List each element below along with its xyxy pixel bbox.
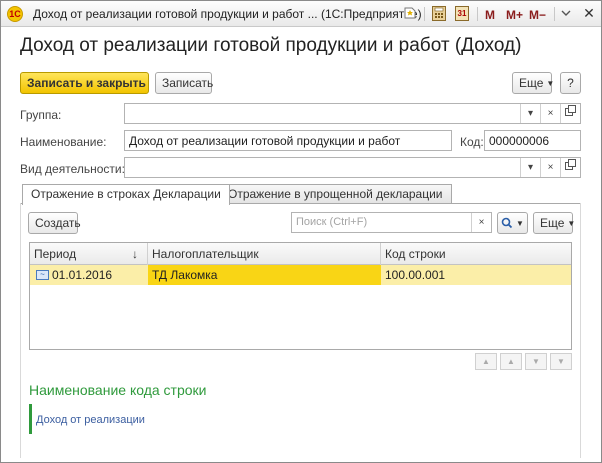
clear-icon[interactable]: × bbox=[540, 158, 560, 177]
save-button[interactable]: Записать bbox=[155, 72, 213, 94]
section-title: Наименование кода строки bbox=[29, 382, 207, 398]
chevron-down-icon: ▼ bbox=[567, 219, 576, 228]
memory-plus-button[interactable]: M+ bbox=[506, 7, 523, 23]
activity-field[interactable]: ▾ × bbox=[124, 157, 581, 178]
search-button[interactable]: ▼ bbox=[497, 212, 528, 234]
name-value: Доход от реализации готовой продукции и … bbox=[129, 134, 401, 148]
cell-period: 01.01.2016 bbox=[52, 268, 113, 282]
panel-more-label: Еще bbox=[540, 216, 565, 230]
toolbar-separator bbox=[477, 7, 478, 21]
save-and-close-button[interactable]: Записать и закрыть bbox=[20, 72, 149, 94]
cell-taxpayer: ТД Лакомка bbox=[148, 265, 381, 285]
code-value: 000000006 bbox=[489, 134, 550, 148]
memory-minus-button[interactable]: M− bbox=[529, 7, 546, 23]
app-window: 1С Доход от реализации готовой продукции… bbox=[0, 0, 602, 463]
chevron-down-icon: ▼ bbox=[516, 219, 524, 228]
dropdown-icon[interactable]: ▾ bbox=[520, 158, 540, 177]
move-down-button[interactable]: ▼ bbox=[525, 353, 547, 370]
memory-button[interactable]: M bbox=[485, 7, 495, 23]
code-label: Код: bbox=[460, 135, 484, 149]
clear-icon[interactable]: × bbox=[540, 104, 560, 123]
favorite-icon[interactable] bbox=[402, 6, 418, 22]
section-text: Доход от реализации bbox=[36, 414, 145, 426]
help-button[interactable]: ? bbox=[560, 72, 581, 94]
column-period-label: Период bbox=[34, 247, 77, 261]
app-logo-icon[interactable]: 1С bbox=[7, 6, 23, 22]
move-first-button[interactable]: ▲ bbox=[475, 353, 497, 370]
more-button-label: Еще bbox=[519, 76, 544, 90]
code-field[interactable]: 000000006 bbox=[484, 130, 581, 151]
search-placeholder: Поиск (Ctrl+F) bbox=[296, 216, 368, 228]
search-input[interactable]: Поиск (Ctrl+F) × bbox=[291, 212, 492, 233]
close-button[interactable]: ✕ bbox=[582, 5, 596, 21]
create-button[interactable]: Создать bbox=[28, 212, 81, 234]
column-header-code[interactable]: Код строки bbox=[381, 243, 571, 265]
clear-search-icon[interactable]: × bbox=[471, 213, 491, 232]
panel-more-button[interactable]: Еще ▼ bbox=[533, 212, 576, 234]
dropdown-icon[interactable]: ▾ bbox=[520, 104, 540, 123]
name-field[interactable]: Доход от реализации готовой продукции и … bbox=[124, 130, 452, 151]
title-bar: 1С Доход от реализации готовой продукции… bbox=[1, 1, 601, 27]
group-label: Группа: bbox=[20, 108, 62, 122]
tab-declaration-lines[interactable]: Отражение в строках Декларации bbox=[22, 184, 230, 205]
window-menu-icon[interactable] bbox=[559, 6, 573, 22]
table-row[interactable]: ~ 01.01.2016 ТД Лакомка 100.00.001 bbox=[30, 265, 571, 285]
cell-code: 100.00.001 bbox=[385, 268, 446, 282]
form-title: Доход от реализации готовой продукции и … bbox=[20, 35, 522, 56]
tab-simplified-declaration[interactable]: Отражение в упрощенной декларации bbox=[219, 184, 452, 204]
sort-down-icon[interactable]: ↓ bbox=[132, 243, 138, 265]
data-table[interactable]: Период ↓ Налогоплательщик Код строки ~ 0… bbox=[29, 242, 572, 350]
column-header-period[interactable]: Период ↓ bbox=[30, 243, 148, 265]
chevron-down-icon: ▼ bbox=[546, 79, 555, 88]
name-label: Наименование: bbox=[20, 135, 107, 149]
open-icon[interactable] bbox=[560, 104, 580, 123]
calculator-icon[interactable] bbox=[432, 6, 446, 21]
move-up-button[interactable]: ▲ bbox=[500, 353, 522, 370]
toolbar-separator bbox=[554, 7, 555, 21]
activity-label: Вид деятельности: bbox=[20, 162, 125, 176]
calendar-icon[interactable]: 31 bbox=[455, 6, 469, 21]
section-marker bbox=[29, 404, 32, 434]
toolbar-separator bbox=[424, 7, 425, 21]
column-header-taxpayer[interactable]: Налогоплательщик bbox=[148, 243, 381, 265]
window-title: Доход от реализации готовой продукции и … bbox=[33, 7, 422, 21]
table-header: Период ↓ Налогоплательщик Код строки bbox=[30, 243, 571, 265]
group-field[interactable]: ▾ × bbox=[124, 103, 581, 124]
more-button[interactable]: Еще ▼ bbox=[512, 72, 555, 94]
move-last-button[interactable]: ▼ bbox=[550, 353, 572, 370]
open-icon[interactable] bbox=[560, 158, 580, 177]
